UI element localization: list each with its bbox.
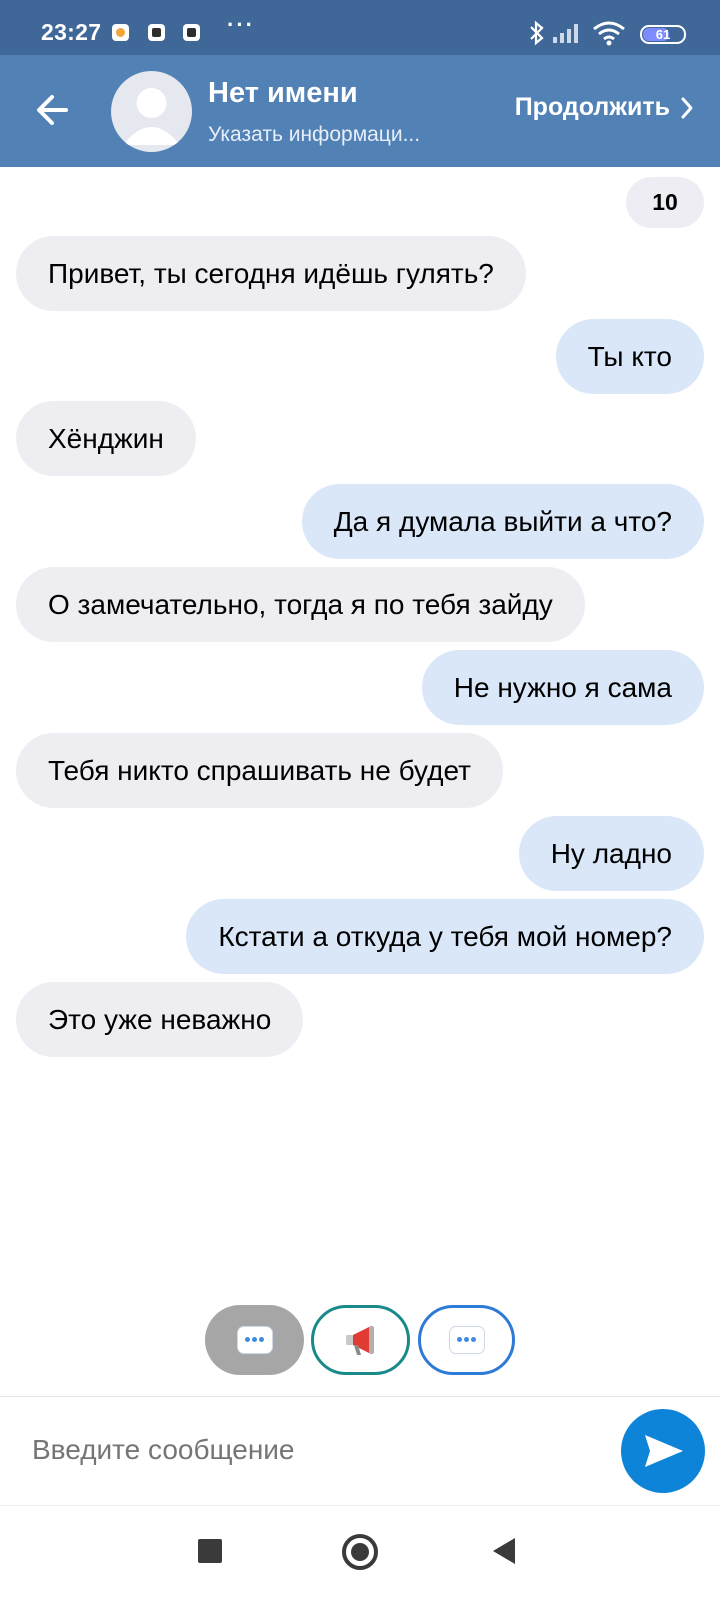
contact-info-link[interactable]: Указать информаци... xyxy=(208,123,458,147)
battery-indicator: 61 xyxy=(640,25,686,44)
continue-label: Продолжить xyxy=(514,93,670,121)
message-bubble-outgoing[interactable]: Ты кто xyxy=(555,319,704,394)
message-bubble-outgoing[interactable]: Не нужно я сама xyxy=(421,650,704,725)
bluetooth-icon xyxy=(530,20,544,46)
message-bubble-outgoing[interactable]: Ну ладно xyxy=(518,816,704,891)
nav-divider xyxy=(0,1505,720,1506)
signal-icon xyxy=(553,24,578,43)
app-notification-icon xyxy=(183,24,200,41)
composer-divider xyxy=(0,1396,720,1397)
person-placeholder-icon xyxy=(123,88,180,145)
quick-action-chat-selected[interactable] xyxy=(205,1305,304,1375)
message-bubble-incoming[interactable]: О замечательно, тогда я по тебя зайду xyxy=(16,567,585,642)
message-bubble-incoming[interactable]: Это уже неважно xyxy=(16,982,304,1057)
message-bubble-incoming[interactable]: Привет, ты сегодня идёшь гулять? xyxy=(16,236,526,311)
speech-bubble-icon xyxy=(237,1327,272,1353)
message-bubble-incoming[interactable]: Тебя никто спрашивать не будет xyxy=(16,733,503,808)
message-bubble-incoming[interactable]: Хёнджин xyxy=(16,401,196,476)
avatar[interactable] xyxy=(111,71,192,152)
battery-percent: 61 xyxy=(655,27,671,42)
message-bubble-outgoing[interactable]: Кстати а откуда у тебя мой номер? xyxy=(186,899,704,974)
recents-square-icon[interactable] xyxy=(198,1539,222,1563)
back-triangle-icon[interactable] xyxy=(493,1538,515,1564)
send-icon xyxy=(645,1435,683,1467)
more-notifications-icon: ··· xyxy=(227,12,255,37)
chat-header: Нет имени Указать информаци... Продолжит… xyxy=(0,55,720,167)
status-bar: 23:27 ··· 61 xyxy=(0,0,720,55)
message-input[interactable] xyxy=(32,1430,592,1470)
message-bubble-outgoing[interactable]: Да я думала выйти а что? xyxy=(301,484,704,559)
app-notification-icon xyxy=(112,24,129,41)
status-time: 23:27 xyxy=(41,19,102,45)
contact-name[interactable]: Нет имени xyxy=(208,77,358,110)
message-counter-badge: 10 xyxy=(626,177,704,228)
speech-bubble-icon xyxy=(449,1327,484,1353)
quick-action-announce[interactable] xyxy=(311,1305,410,1375)
quick-action-chat[interactable] xyxy=(418,1305,515,1375)
app-notification-icon xyxy=(148,24,165,41)
home-circle-icon[interactable] xyxy=(342,1534,378,1570)
continue-button[interactable]: Продолжить xyxy=(515,93,694,122)
megaphone-icon xyxy=(345,1326,374,1355)
chevron-right-icon xyxy=(681,97,693,118)
back-button[interactable] xyxy=(30,85,80,135)
send-button[interactable] xyxy=(621,1409,705,1493)
arrow-left-icon xyxy=(37,95,68,125)
wifi-icon xyxy=(593,21,625,46)
